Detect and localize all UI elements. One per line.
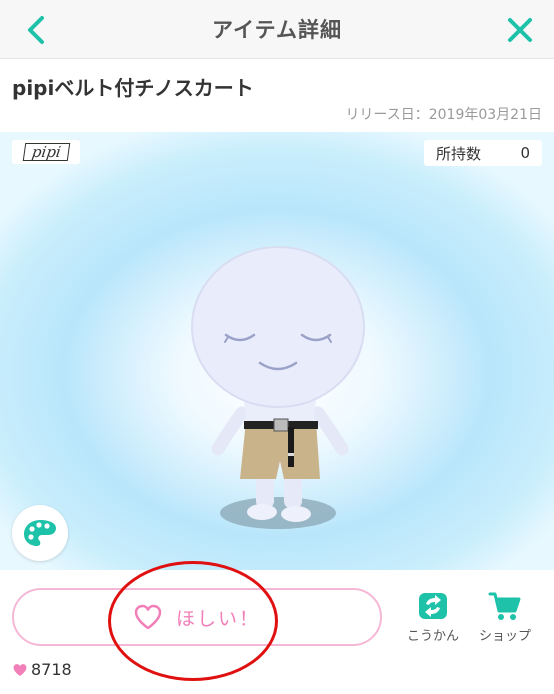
owned-count-badge: 所持数 0 bbox=[424, 140, 542, 166]
close-button[interactable] bbox=[502, 12, 538, 48]
likes-count: 8718 bbox=[12, 660, 72, 679]
shop-button[interactable]: ショップ bbox=[470, 590, 540, 648]
close-icon bbox=[508, 18, 532, 42]
owned-label: 所持数 bbox=[436, 144, 482, 163]
palette-icon bbox=[24, 520, 56, 546]
exchange-label: こうかん bbox=[406, 629, 459, 644]
exchange-button[interactable]: こうかん bbox=[398, 590, 468, 648]
item-detail-screen: アイテム詳細 pipiベルト付チノスカート リリース日：2019年03月21日 … bbox=[0, 0, 554, 694]
header-bar: アイテム詳細 bbox=[0, 0, 554, 59]
exchange-icon bbox=[419, 593, 447, 619]
likes-value: 8718 bbox=[31, 660, 72, 679]
avatar-figure bbox=[191, 246, 365, 529]
shop-label: ショップ bbox=[478, 629, 531, 644]
brand-badge: pipi bbox=[12, 140, 80, 164]
release-date: リリース日：2019年03月21日 bbox=[345, 107, 542, 123]
brand-logo: pipi bbox=[22, 143, 70, 161]
owned-count: 0 bbox=[520, 144, 530, 162]
shopping-cart-icon bbox=[488, 592, 521, 620]
avatar-preview: pipi 所持数 0 bbox=[0, 132, 554, 570]
page-title: アイテム詳細 bbox=[212, 18, 342, 42]
annotation-circle bbox=[108, 561, 278, 681]
item-name: pipiベルト付チノスカート bbox=[12, 76, 254, 100]
palette-button[interactable] bbox=[12, 505, 68, 561]
heart-icon bbox=[13, 663, 27, 676]
